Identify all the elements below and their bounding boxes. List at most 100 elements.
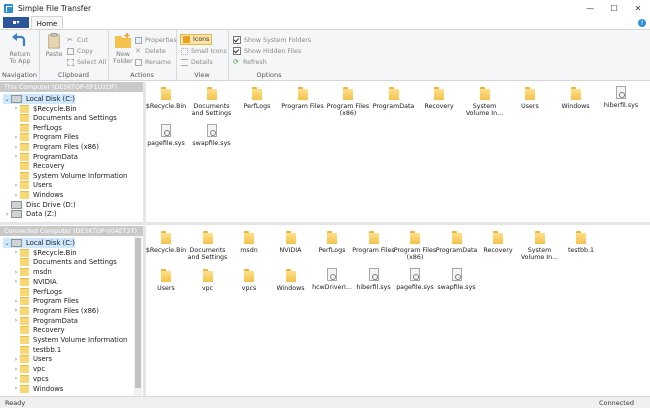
folder-item[interactable]: Program Files (x86)	[326, 86, 370, 117]
this-computer-tree[interactable]: ⌄ Local Disk (C:) › $Recycle.Bin Documents a…	[0, 92, 143, 222]
properties-button[interactable]: Properties	[135, 35, 177, 45]
this-computer-file-view[interactable]: $Recycle.Bin Documents and Settings PerfLo…	[146, 82, 650, 222]
icons-view-button[interactable]: Icons	[180, 34, 213, 45]
expand-chevron-icon[interactable]: ›	[12, 278, 20, 285]
tree-item[interactable]: › Program Files (x86)	[12, 306, 99, 316]
tree-item[interactable]: ⌄ Local Disk (C:)	[3, 238, 75, 248]
tree-item[interactable]: › $Recycle.Bin	[12, 104, 77, 114]
folder-item[interactable]: Users	[144, 268, 188, 292]
expand-chevron-icon[interactable]: ⌄	[3, 96, 11, 103]
expand-chevron-icon[interactable]: ›	[12, 269, 20, 276]
file-item[interactable]: swapfile.sys	[435, 268, 479, 291]
expand-chevron-icon[interactable]: ›	[12, 153, 20, 160]
expand-chevron-icon[interactable]: ›	[12, 298, 20, 305]
delete-button[interactable]: ✕ Delete	[135, 46, 166, 56]
expand-chevron-icon[interactable]: ›	[12, 134, 20, 141]
minimize-button[interactable]: —	[578, 0, 602, 16]
cut-button[interactable]: ✂ Cut	[67, 35, 88, 45]
tree-item[interactable]: › Program Files	[12, 296, 79, 306]
file-menu-button[interactable]: ▪▾	[3, 17, 29, 28]
folder-item[interactable]: ProgramData	[372, 86, 416, 110]
tree-item[interactable]: › ProgramData	[12, 316, 78, 326]
folder-item[interactable]: Program Files (x86)	[393, 230, 437, 261]
folder-item[interactable]: Recovery	[417, 86, 461, 110]
horizontal-splitter[interactable]	[0, 222, 650, 225]
expand-chevron-icon[interactable]: ›	[12, 317, 20, 324]
rename-button[interactable]: Rename	[135, 57, 171, 67]
tree-scrollbar-thumb[interactable]	[135, 238, 141, 388]
show-hidden-files-check[interactable]	[233, 47, 241, 55]
expand-chevron-icon[interactable]: ›	[12, 356, 20, 363]
tree-item[interactable]: › $Recycle.Bin	[12, 248, 77, 258]
select-all-button[interactable]: Select All	[67, 57, 106, 67]
file-item[interactable]: hiberfil.sys	[352, 268, 396, 291]
tree-item[interactable]: testbb.1	[12, 345, 61, 355]
folder-item[interactable]: Program Files	[352, 230, 396, 254]
expand-chevron-icon[interactable]: ⌄	[3, 240, 11, 247]
folder-item[interactable]: NVIDIA	[269, 230, 313, 254]
tree-item[interactable]: › Data (Z:)	[3, 209, 57, 219]
tab-home[interactable]: Home	[31, 16, 63, 30]
tree-item[interactable]: › Users	[12, 354, 52, 364]
tree-item[interactable]: › Windows	[12, 190, 63, 200]
file-item[interactable]: pagefile.sys	[144, 124, 188, 147]
expand-chevron-icon[interactable]: ›	[12, 182, 20, 189]
tree-item[interactable]: PerfLogs	[12, 287, 62, 297]
tree-scrollbar[interactable]	[134, 236, 142, 396]
connected-computer-file-view[interactable]: $Recycle.Bin Documents and Settings msdn NV…	[146, 226, 650, 396]
folder-item[interactable]: vpcs	[227, 268, 271, 292]
expand-chevron-icon[interactable]: ›	[12, 366, 20, 373]
expand-chevron-icon[interactable]: ›	[12, 144, 20, 151]
tree-item[interactable]: › Windows	[12, 384, 63, 394]
folder-item[interactable]: PerfLogs	[310, 230, 354, 254]
new-folder-button[interactable]: New Folder	[111, 33, 135, 65]
tree-item[interactable]: System Volume Information	[12, 335, 127, 345]
tree-item[interactable]: Recovery	[12, 325, 65, 335]
file-item[interactable]: swapfile.sys	[190, 124, 234, 147]
tree-item[interactable]: › NVIDIA	[12, 277, 57, 287]
file-item[interactable]: hcwDriverI...	[310, 268, 354, 291]
folder-item[interactable]: Program Files	[281, 86, 325, 110]
folder-item[interactable]: testbb.1	[559, 230, 603, 254]
expand-chevron-icon[interactable]: ›	[12, 375, 20, 382]
folder-item[interactable]: msdn	[227, 230, 271, 254]
expand-chevron-icon[interactable]: ›	[12, 192, 20, 199]
tree-item[interactable]: Documents and Settings	[12, 257, 117, 267]
folder-item[interactable]: vpc	[186, 268, 230, 292]
show-system-folders-check[interactable]	[233, 36, 241, 44]
small-icons-view-button[interactable]: Small Icons	[181, 46, 227, 56]
expand-chevron-icon[interactable]: ›	[12, 105, 20, 112]
tree-item[interactable]: › Users	[12, 180, 52, 190]
tree-item[interactable]: › Program Files (x86)	[12, 142, 99, 152]
paste-button[interactable]: Paste	[43, 33, 65, 58]
folder-item[interactable]: Windows	[554, 86, 598, 110]
folder-item[interactable]: Windows	[269, 268, 313, 292]
tree-item[interactable]: Recovery	[12, 161, 65, 171]
tree-item[interactable]: › ProgramData	[12, 152, 78, 162]
tree-item[interactable]: › msdn	[12, 267, 52, 277]
copy-button[interactable]: Copy	[67, 46, 93, 56]
tree-item[interactable]: › Program Files	[12, 132, 79, 142]
close-button[interactable]: ✕	[626, 0, 650, 16]
folder-item[interactable]: $Recycle.Bin	[144, 230, 188, 254]
folder-item[interactable]: Documents and Settings	[186, 230, 230, 261]
help-icon[interactable]: ?	[638, 19, 646, 27]
expand-chevron-icon[interactable]: ›	[3, 211, 11, 218]
folder-item[interactable]: Recovery	[476, 230, 520, 254]
tree-item[interactable]: › vpc	[12, 364, 45, 374]
folder-item[interactable]: System Volume In...	[518, 230, 562, 261]
maximize-button[interactable]: ☐	[602, 0, 626, 16]
tree-item[interactable]: System Volume Information	[12, 171, 127, 181]
tree-item[interactable]: Disc Drive (D:)	[3, 200, 76, 210]
tree-item[interactable]: › vpcs	[12, 374, 49, 384]
folder-item[interactable]: ProgramData	[435, 230, 479, 254]
show-system-folders-checkbox[interactable]: Show System Folders	[233, 35, 311, 45]
details-view-button[interactable]: Details	[181, 57, 213, 67]
tree-item[interactable]: PerfLogs	[12, 123, 62, 133]
tree-item[interactable]: ⌄ Local Disk (C:)	[3, 94, 75, 104]
connected-computer-tree[interactable]: ⌄ Local Disk (C:) › $Recycle.Bin Documents a…	[0, 236, 143, 396]
folder-item[interactable]: System Volume In...	[463, 86, 507, 117]
show-hidden-files-checkbox[interactable]: Show Hidden Files	[233, 46, 301, 56]
folder-item[interactable]: Users	[508, 86, 552, 110]
folder-item[interactable]: $Recycle.Bin	[144, 86, 188, 110]
